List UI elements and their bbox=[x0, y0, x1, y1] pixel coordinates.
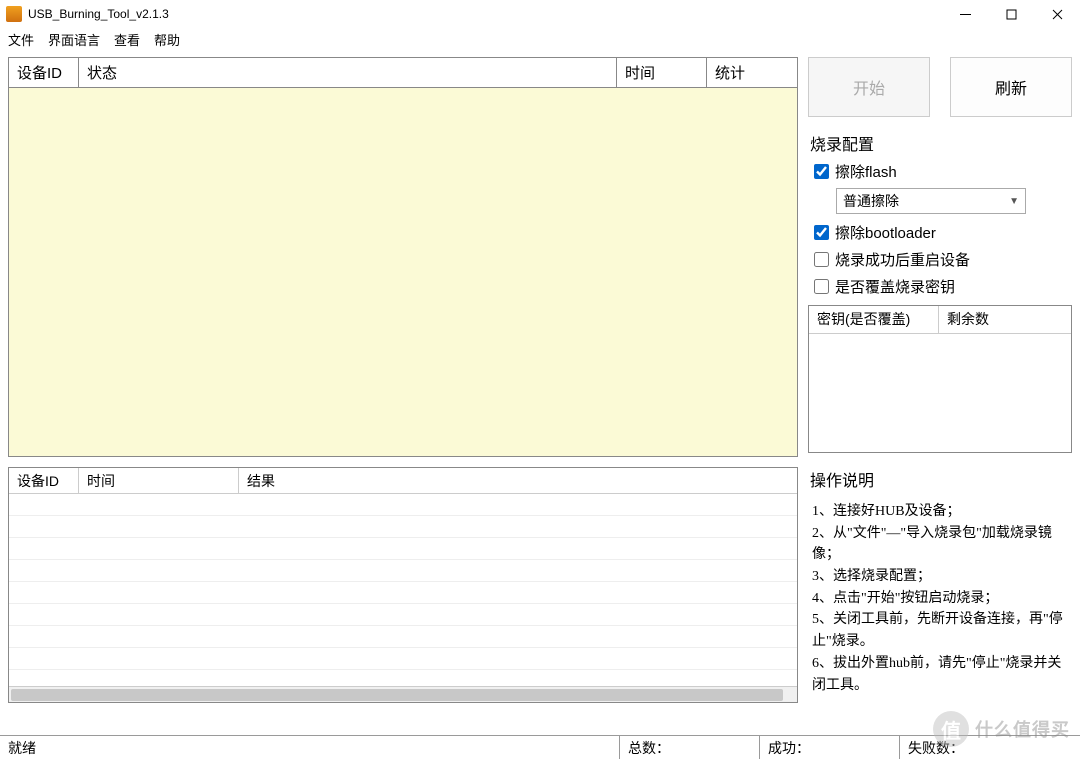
table-row bbox=[9, 604, 797, 626]
erase-bootloader-row[interactable]: 擦除bootloader bbox=[814, 222, 1072, 243]
col-remain[interactable]: 剩余数 bbox=[939, 306, 1071, 333]
erase-flash-checkbox[interactable] bbox=[814, 164, 829, 179]
chevron-down-icon: ▼ bbox=[1009, 196, 1019, 207]
maximize-button[interactable] bbox=[988, 0, 1034, 28]
result-table: 设备ID 时间 结果 bbox=[8, 467, 798, 703]
overwrite-key-label: 是否覆盖烧录密钥 bbox=[835, 276, 955, 297]
reboot-after-label: 烧录成功后重启设备 bbox=[835, 249, 970, 270]
table-row bbox=[9, 516, 797, 538]
menu-file[interactable]: 文件 bbox=[8, 30, 34, 49]
instructions: 1、连接好HUB及设备； 2、从"文件"—"导入烧录包"加载烧录镜像； 3、选择… bbox=[808, 501, 1072, 696]
result-rows bbox=[9, 494, 797, 686]
device-status-header: 设备ID 状态 时间 统计 bbox=[9, 58, 797, 88]
col-stat[interactable]: 统计 bbox=[707, 58, 797, 87]
status-success: 成功： bbox=[760, 736, 900, 759]
overwrite-key-row[interactable]: 是否覆盖烧录密钥 bbox=[814, 276, 1072, 297]
key-table: 密钥(是否覆盖) 剩余数 bbox=[808, 305, 1072, 453]
menubar: 文件 界面语言 查看 帮助 bbox=[0, 28, 1080, 50]
instruction-step: 5、关闭工具前，先断开设备连接，再"停止"烧录。 bbox=[812, 609, 1068, 652]
erase-bootloader-label: 擦除bootloader bbox=[835, 222, 936, 243]
window-title: USB_Burning_Tool_v2.1.3 bbox=[28, 7, 942, 21]
start-button[interactable]: 开始 bbox=[808, 57, 930, 117]
status-fail: 失败数： bbox=[900, 736, 1040, 759]
statusbar: 就绪 总数： 成功： 失败数： bbox=[0, 735, 1080, 759]
col-result-result[interactable]: 结果 bbox=[239, 468, 797, 493]
erase-mode-value: 普通擦除 bbox=[843, 191, 899, 211]
menu-help[interactable]: 帮助 bbox=[154, 30, 180, 49]
table-row bbox=[9, 560, 797, 582]
device-status-body bbox=[9, 88, 797, 456]
key-table-header: 密钥(是否覆盖) 剩余数 bbox=[809, 306, 1071, 334]
instruction-step: 3、选择烧录配置； bbox=[812, 566, 1068, 588]
result-header: 设备ID 时间 结果 bbox=[9, 468, 797, 494]
table-row bbox=[9, 538, 797, 560]
col-key[interactable]: 密钥(是否覆盖) bbox=[809, 306, 939, 333]
minimize-button[interactable] bbox=[942, 0, 988, 28]
status-total: 总数： bbox=[620, 736, 760, 759]
col-result-id[interactable]: 设备ID bbox=[9, 468, 79, 493]
erase-flash-row[interactable]: 擦除flash bbox=[814, 161, 1072, 182]
overwrite-key-checkbox[interactable] bbox=[814, 279, 829, 294]
status-ready: 就绪 bbox=[0, 736, 620, 759]
table-row bbox=[9, 494, 797, 516]
reboot-after-checkbox[interactable] bbox=[814, 252, 829, 267]
col-result-time[interactable]: 时间 bbox=[79, 468, 239, 493]
erase-flash-label: 擦除flash bbox=[835, 161, 897, 182]
erase-mode-select[interactable]: 普通擦除 ▼ bbox=[836, 188, 1026, 214]
device-status-table: 设备ID 状态 时间 统计 bbox=[8, 57, 798, 457]
table-row bbox=[9, 648, 797, 670]
scrollbar-thumb[interactable] bbox=[11, 689, 783, 701]
erase-bootloader-checkbox[interactable] bbox=[814, 225, 829, 240]
burn-config-title: 烧录配置 bbox=[810, 131, 1072, 155]
instruction-step: 1、连接好HUB及设备； bbox=[812, 501, 1068, 523]
menu-language[interactable]: 界面语言 bbox=[48, 30, 100, 49]
app-icon bbox=[6, 6, 22, 22]
menu-view[interactable]: 查看 bbox=[114, 30, 140, 49]
col-device-id[interactable]: 设备ID bbox=[9, 58, 79, 87]
table-row bbox=[9, 626, 797, 648]
instruction-step: 2、从"文件"—"导入烧录包"加载烧录镜像； bbox=[812, 523, 1068, 566]
col-time[interactable]: 时间 bbox=[617, 58, 707, 87]
col-status[interactable]: 状态 bbox=[79, 58, 617, 87]
horizontal-scrollbar[interactable] bbox=[9, 686, 797, 702]
refresh-button[interactable]: 刷新 bbox=[950, 57, 1072, 117]
instruction-step: 4、点击"开始"按钮启动烧录； bbox=[812, 588, 1068, 610]
instruction-step: 6、拔出外置hub前，请先"停止"烧录并关闭工具。 bbox=[812, 653, 1068, 696]
instructions-title: 操作说明 bbox=[810, 467, 1072, 491]
titlebar: USB_Burning_Tool_v2.1.3 bbox=[0, 0, 1080, 28]
table-row bbox=[9, 582, 797, 604]
reboot-after-row[interactable]: 烧录成功后重启设备 bbox=[814, 249, 1072, 270]
close-button[interactable] bbox=[1034, 0, 1080, 28]
